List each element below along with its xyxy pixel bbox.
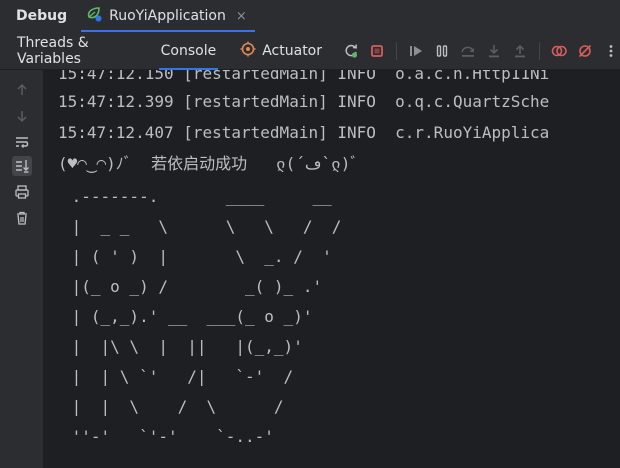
spring-boot-debug-icon [85, 5, 103, 27]
soft-wrap-icon[interactable] [12, 132, 32, 152]
ascii-art-line: ''-' `'-' `-..-' [62, 427, 274, 446]
log-line: 15:47:12.407 [restartedMain] INFO c.r.Ru… [58, 123, 550, 142]
clear-all-icon[interactable] [12, 208, 32, 228]
ascii-art-line: .-------. ____ __ [62, 187, 332, 206]
ascii-art-line: |(_ o _) / _( )_ .' [62, 277, 323, 296]
tab-actuator[interactable]: Actuator [228, 32, 334, 70]
step-into-icon[interactable] [485, 42, 503, 60]
scroll-down-icon[interactable] [12, 106, 32, 126]
debug-tool-window-header: Debug RuoYiApplication × [0, 0, 620, 32]
tab-label: Threads & Variables [17, 34, 89, 67]
tab-console[interactable]: Console [149, 32, 229, 70]
pause-icon[interactable] [433, 42, 451, 60]
ascii-art-line: | ( ' ) | \ _. / ' [62, 247, 332, 266]
toolbar-separator [539, 41, 540, 60]
tab-label: Console [160, 42, 217, 59]
console-output[interactable]: 15:47:12.150 [restartedMain] INFO o.a.c.… [44, 70, 620, 468]
print-icon[interactable] [12, 182, 32, 202]
step-out-icon[interactable] [511, 42, 529, 60]
resume-icon[interactable] [407, 42, 425, 60]
ascii-art-line: | | \ / \ / [62, 397, 284, 416]
stop-icon[interactable] [368, 42, 386, 60]
tab-threads-variables[interactable]: Threads & Variables [0, 32, 149, 70]
view-breakpoints-icon[interactable] [550, 42, 568, 60]
toolbar-separator [396, 41, 397, 60]
run-config-label: RuoYiApplication [109, 8, 226, 24]
console-side-toolbar [0, 70, 44, 468]
log-line: 15:47:12.150 [restartedMain] INFO o.a.c.… [58, 70, 550, 83]
scroll-to-end-icon[interactable] [12, 156, 32, 176]
toolbar-actions [342, 41, 620, 60]
run-config-tab[interactable]: RuoYiApplication × [81, 0, 255, 32]
startup-banner-line: (♥◠‿◠)ﾉﾞ 若依启动成功 ლ(´ڡ`ლ)ﾞ [58, 154, 359, 173]
step-over-icon[interactable] [459, 42, 477, 60]
scroll-up-icon[interactable] [12, 80, 32, 100]
more-options-icon[interactable] [602, 42, 620, 60]
log-line: 15:47:12.399 [restartedMain] INFO o.q.c.… [58, 92, 550, 111]
ascii-art-line: | |\ \ | || |(_,_)' [62, 337, 303, 356]
close-icon[interactable]: × [236, 9, 247, 24]
tab-label: Actuator [262, 42, 322, 59]
tool-window-title: Debug [16, 8, 68, 24]
ascii-art-line: | | \ `' /| `-' / [62, 367, 294, 386]
debug-toolbar: Threads & Variables Console Actuator [0, 32, 620, 70]
ascii-art-line: | _ _ \ \ \ / / [62, 217, 342, 236]
mute-breakpoints-icon[interactable] [576, 42, 594, 60]
ascii-art-line: | (_,_).' __ ___(_ o _)' [62, 307, 313, 326]
actuator-icon [240, 41, 256, 61]
rerun-icon[interactable] [342, 42, 360, 60]
